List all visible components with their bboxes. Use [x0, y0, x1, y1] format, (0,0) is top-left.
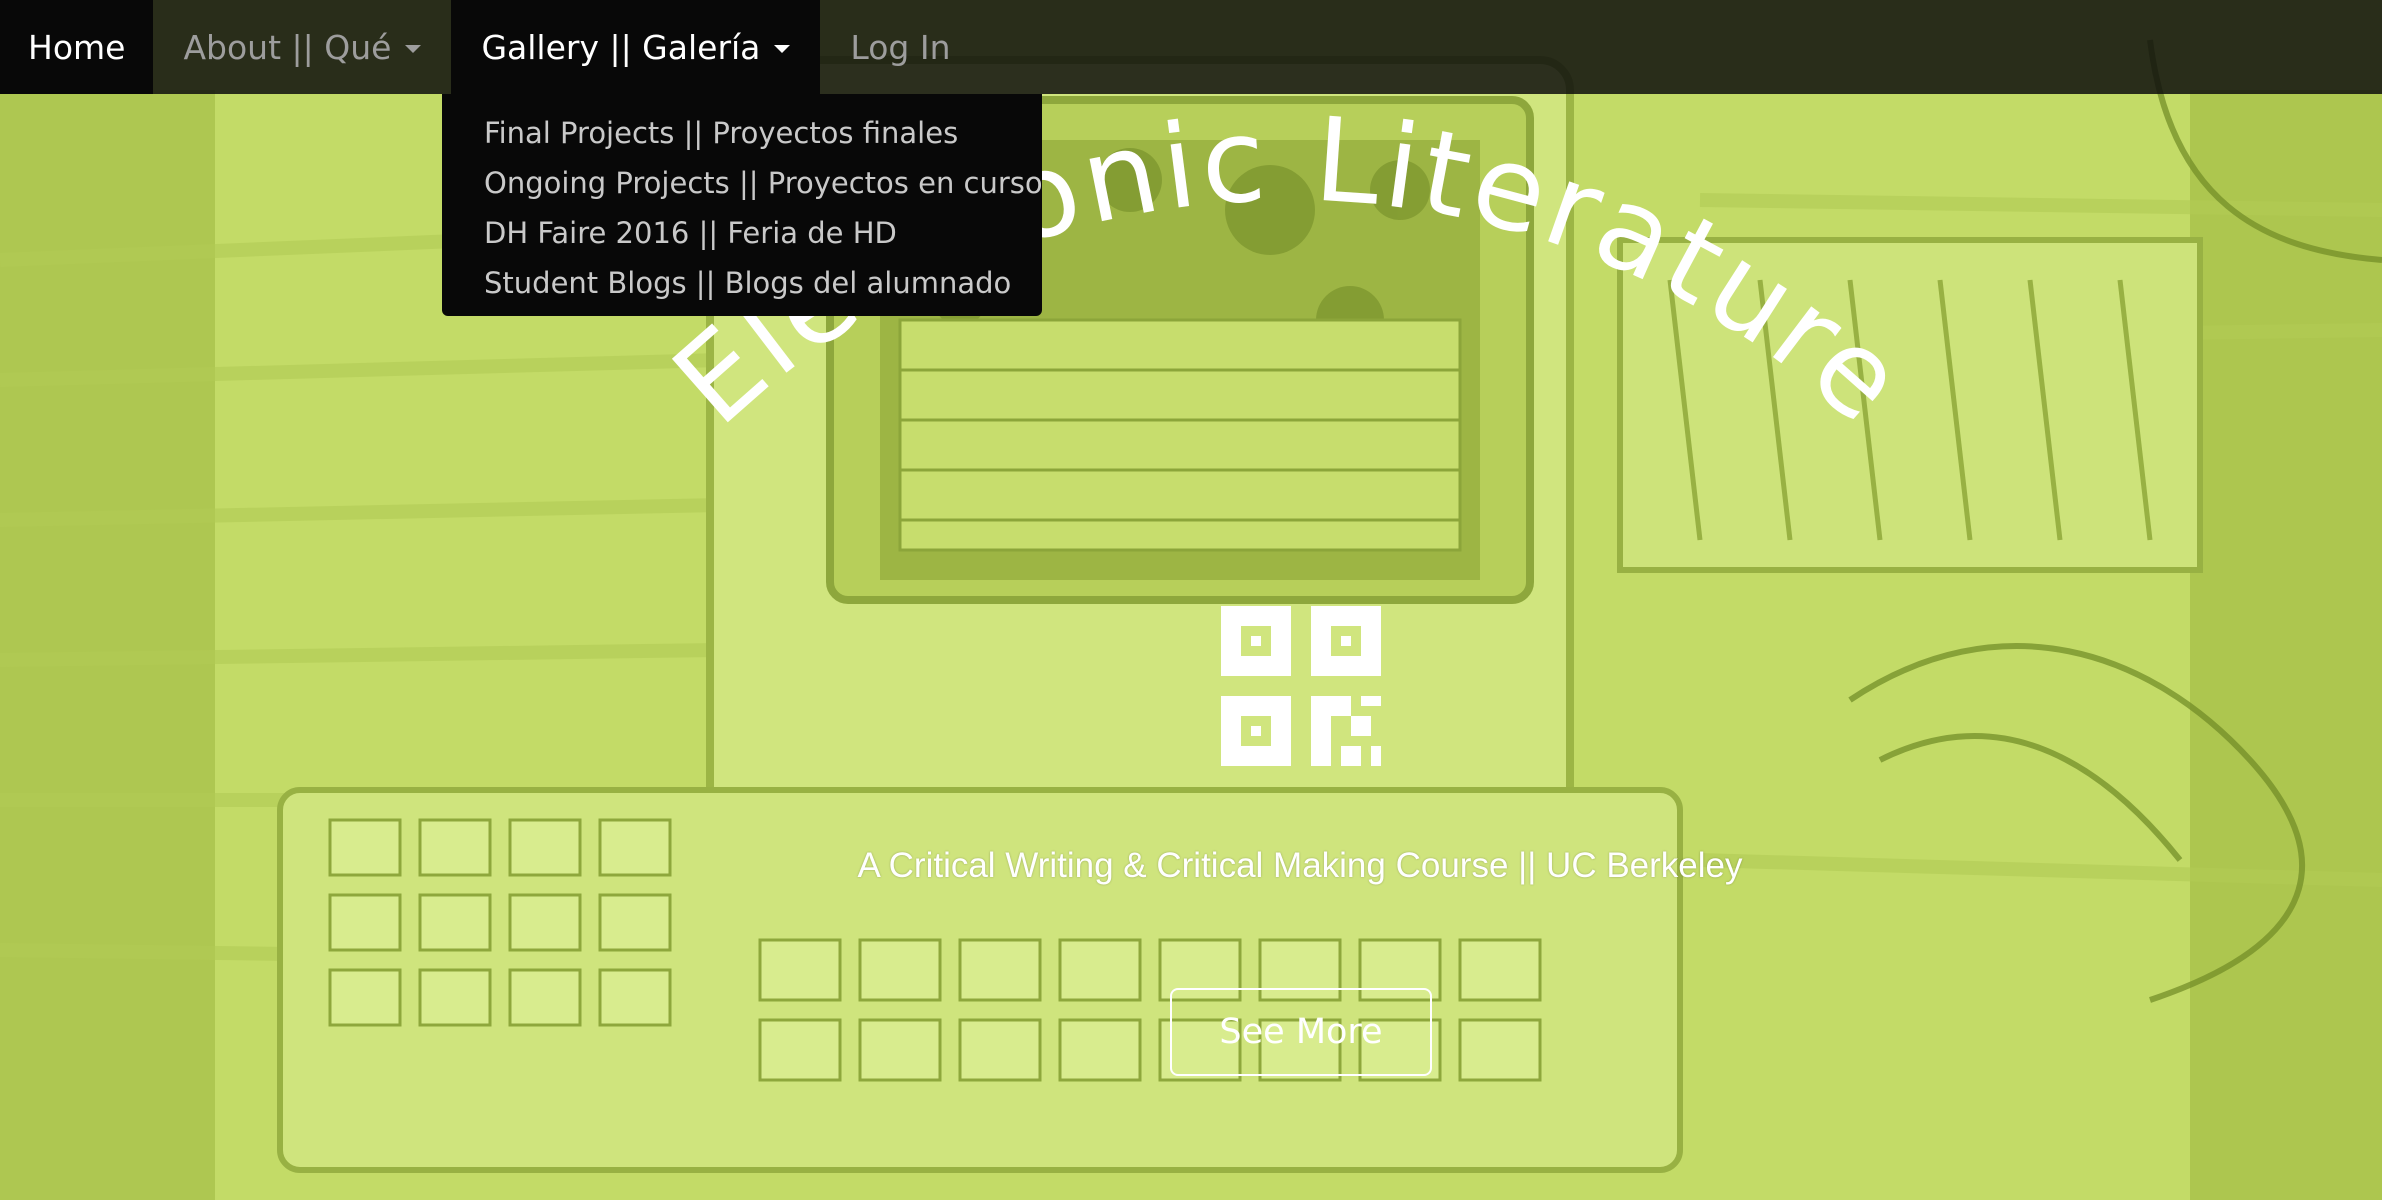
- see-more-label: See More: [1219, 1012, 1383, 1052]
- nav-about-label: About || Qué: [183, 27, 392, 67]
- nav-login-label: Log In: [850, 27, 951, 67]
- see-more-button[interactable]: See More: [1170, 988, 1432, 1076]
- caret-down-icon: [774, 45, 791, 53]
- qr-code-logo-icon: [1221, 606, 1381, 766]
- hero-subtitle: A Critical Writing & Critical Making Cou…: [857, 846, 1743, 885]
- nav-about-dropdown-toggle[interactable]: About || Qué: [153, 0, 451, 94]
- nav-home-link[interactable]: Home: [0, 0, 154, 94]
- top-navbar: Home About || Qué Gallery || Galería Log…: [0, 0, 2382, 94]
- dropdown-item-ongoing-projects[interactable]: Ongoing Projects || Proyectos en curso: [442, 158, 1043, 208]
- nav-home-label: Home: [28, 27, 126, 67]
- nav-login-link[interactable]: Log In: [820, 0, 980, 94]
- gallery-dropdown-menu: Final Projects || Proyectos finales Ongo…: [442, 94, 1043, 316]
- nav-gallery-dropdown-toggle[interactable]: Gallery || Galería: [451, 0, 821, 94]
- nav-gallery-label: Gallery || Galería: [481, 27, 761, 67]
- caret-down-icon: [405, 45, 422, 53]
- dropdown-item-student-blogs[interactable]: Student Blogs || Blogs del alumnado: [442, 258, 1042, 308]
- dropdown-item-final-projects[interactable]: Final Projects || Proyectos finales: [442, 108, 1042, 158]
- dropdown-item-dh-faire[interactable]: DH Faire 2016 || Feria de HD: [442, 208, 1042, 258]
- page: Home About || Qué Gallery || Galería Log…: [0, 0, 2382, 1200]
